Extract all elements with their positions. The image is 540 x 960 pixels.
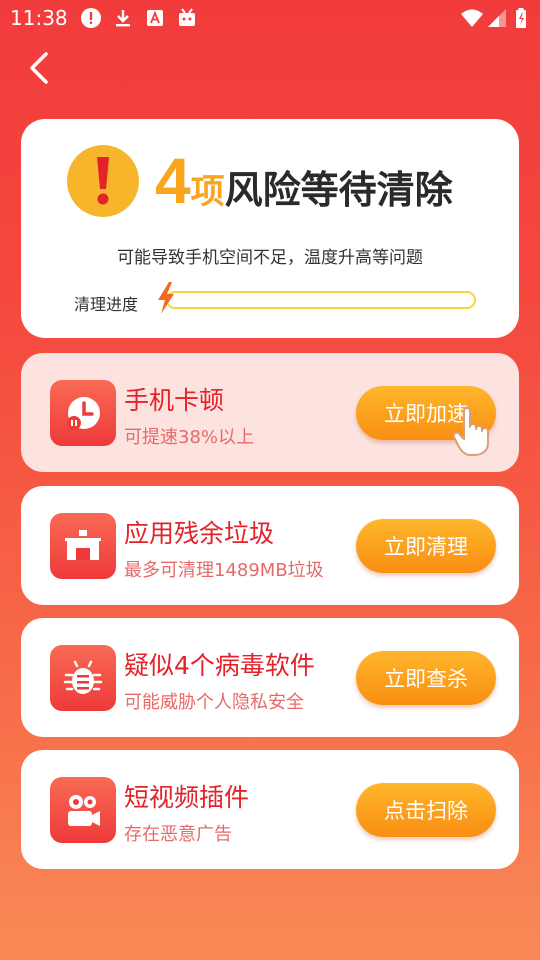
- scan-clear-button[interactable]: 点击扫除: [356, 783, 496, 837]
- card-subtitle: 最多可清理1489MB垃圾: [124, 560, 324, 581]
- card-app-residue: 应用残余垃圾 最多可清理1489MB垃圾 立即清理: [21, 486, 519, 605]
- alert-notification-icon: [81, 8, 101, 28]
- card-subtitle: 存在恶意广告: [124, 824, 232, 845]
- clean-now-button[interactable]: 立即清理: [356, 519, 496, 573]
- status-bar: 11:38: [0, 0, 540, 36]
- risk-headline: 4项风险等待清除: [155, 149, 453, 229]
- card-title: 短视频插件: [124, 783, 250, 812]
- pointing-hand-icon: [452, 407, 489, 456]
- card-virus: 疑似4个病毒软件 可能威胁个人隐私安全 立即查杀: [21, 618, 519, 737]
- risk-headline-text: 风险等待清除: [224, 168, 453, 212]
- card-title: 疑似4个病毒软件: [124, 651, 315, 680]
- lightning-icon: [158, 282, 174, 314]
- bug-icon: [50, 645, 116, 711]
- card-subtitle: 可能威胁个人隐私安全: [124, 692, 304, 713]
- card-title: 手机卡顿: [124, 386, 225, 415]
- card-phone-lag: 手机卡顿 可提速38%以上 立即加速: [21, 353, 519, 472]
- wifi-icon: [461, 9, 483, 27]
- risk-count: 4: [155, 145, 191, 217]
- cleanup-progress-bar: [166, 291, 476, 309]
- android-app-icon: [179, 8, 195, 26]
- back-arrow-icon[interactable]: [24, 50, 56, 86]
- house-trash-icon: [50, 513, 116, 579]
- speed-clock-icon: [50, 380, 116, 446]
- card-title: 应用残余垃圾: [124, 519, 275, 548]
- translate-app-icon: [147, 10, 163, 26]
- card-subtitle: 可提速38%以上: [124, 427, 255, 448]
- signal-icon: [488, 9, 506, 27]
- risk-count-unit: 项: [190, 172, 225, 212]
- video-camera-icon: [50, 777, 116, 843]
- risk-summary-card: 4项风险等待清除 可能导致手机空间不足，温度升高等问题 清理进度: [21, 119, 519, 338]
- status-time: 11:38: [10, 6, 68, 30]
- progress-label: 清理进度: [74, 295, 139, 314]
- risk-subtitle: 可能导致手机空间不足，温度升高等问题: [117, 248, 423, 268]
- card-short-video-plugin: 短视频插件 存在恶意广告 点击扫除: [21, 750, 519, 869]
- warning-icon: [67, 145, 139, 217]
- download-icon: [116, 10, 130, 27]
- battery-icon: [516, 8, 526, 28]
- kill-virus-button[interactable]: 立即查杀: [356, 651, 496, 705]
